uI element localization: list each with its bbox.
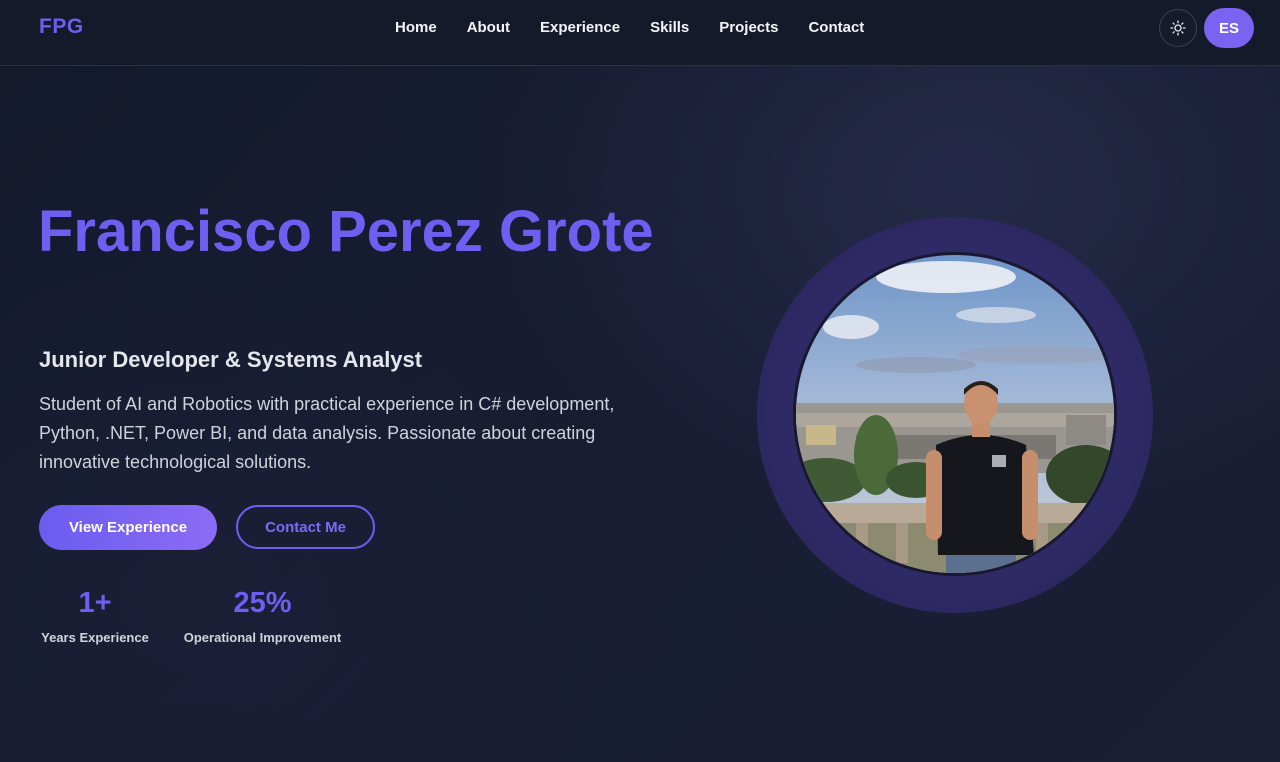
profile-photo	[793, 252, 1117, 576]
stat-label: Operational Improvement	[183, 630, 342, 645]
nav-item-home[interactable]: Home	[395, 18, 437, 37]
hero-description: Student of AI and Robotics with practica…	[39, 394, 615, 472]
theme-toggle-button[interactable]	[1159, 9, 1197, 47]
sun-icon	[1170, 20, 1186, 36]
nav-item-experience[interactable]: Experience	[540, 18, 620, 37]
stat-value: 25%	[233, 587, 292, 619]
nav-item-contact[interactable]: Contact	[808, 18, 864, 37]
language-toggle-button[interactable]: ES	[1204, 8, 1254, 48]
nav-item-about[interactable]: About	[467, 18, 510, 37]
hero-role: Junior Developer & Systems Analyst	[39, 347, 423, 372]
hero-name: Francisco Perez Grote	[38, 199, 654, 264]
stat-years-experience: 1+ Years Experience	[39, 586, 151, 645]
top-navigation: FPG Home About Experience Skills Project…	[0, 0, 1280, 66]
stat-operational-improvement: 25% Operational Improvement	[181, 586, 344, 645]
view-experience-button[interactable]: View Experience	[39, 505, 217, 550]
stat-label: Years Experience	[41, 630, 149, 645]
nav-menu: Home About Experience Skills Projects Co…	[395, 18, 894, 37]
nav-item-projects[interactable]: Projects	[719, 18, 778, 37]
stat-value: 1+	[78, 587, 112, 619]
nav-item-skills[interactable]: Skills	[650, 18, 689, 37]
site-logo[interactable]: FPG	[39, 15, 84, 39]
contact-me-button[interactable]: Contact Me	[236, 505, 375, 549]
